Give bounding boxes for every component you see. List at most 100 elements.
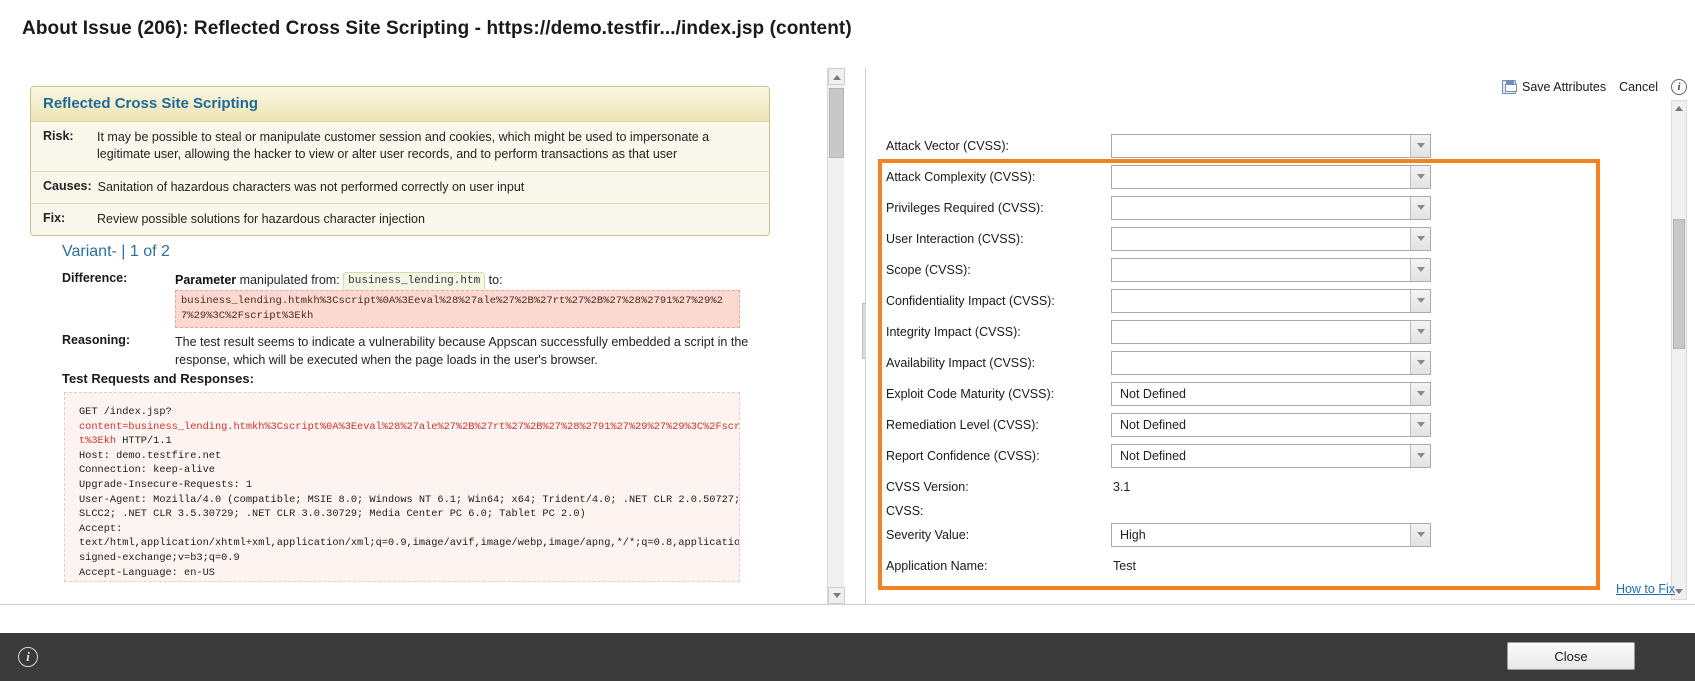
- select-attack-vector[interactable]: [1111, 133, 1431, 158]
- field-row-report-confidence: Report Confidence (CVSS): Not Defined: [886, 440, 1586, 471]
- advisory-value-causes: Sanitation of hazardous characters was n…: [97, 179, 525, 194]
- field-row-scope: Scope (CVSS):: [886, 254, 1586, 285]
- about-issue-dialog: About Issue (206): Reflected Cross Site …: [0, 0, 1695, 681]
- label-confidentiality-impact: Confidentiality Impact (CVSS):: [886, 293, 1055, 308]
- label-severity-value: Severity Value:: [886, 527, 970, 542]
- http-line-1: GET /index.jsp?: [79, 406, 172, 418]
- reasoning-label: Reasoning:: [62, 333, 131, 347]
- select-report-confidence[interactable]: Not Defined: [1111, 443, 1431, 468]
- difference-to-label: to:: [485, 273, 503, 287]
- difference-row: Difference: Parameter manipulated from: …: [62, 271, 762, 292]
- select-severity-value[interactable]: High: [1111, 522, 1431, 547]
- http-request-block[interactable]: GET /index.jsp? content=business_lending…: [64, 392, 740, 582]
- difference-manipulated-text: manipulated from:: [236, 273, 344, 287]
- page-title: About Issue (206): Reflected Cross Site …: [22, 18, 852, 39]
- dialog-footer: i Close: [0, 633, 1695, 681]
- difference-to-value: business_lending.htmkh%3Cscript%0A%3Eeva…: [175, 290, 740, 328]
- attributes-scrollbar[interactable]: [1671, 100, 1687, 600]
- chevron-down-icon[interactable]: [1410, 227, 1430, 250]
- chevron-down-icon[interactable]: [1410, 523, 1430, 546]
- select-privileges-required[interactable]: [1111, 195, 1431, 220]
- advisory-label-causes: Causes:: [43, 178, 92, 193]
- label-user-interaction: User Interaction (CVSS):: [886, 231, 1024, 246]
- scroll-up-arrow-icon[interactable]: [1672, 101, 1686, 116]
- http-line-3: t%3Ekh: [79, 435, 117, 448]
- cancel-label: Cancel: [1619, 80, 1658, 94]
- chevron-down-icon[interactable]: [1410, 134, 1430, 157]
- chevron-down-icon[interactable]: [1410, 351, 1430, 374]
- reasoning-row: Reasoning: The test result seems to indi…: [62, 333, 752, 369]
- label-attack-complexity: Attack Complexity (CVSS):: [886, 169, 1036, 184]
- http-headers: Host: demo.testfire.net Connection: keep…: [79, 449, 740, 579]
- value-exploit-code-maturity: Not Defined: [1120, 386, 1187, 401]
- advisory-label-fix: Fix:: [43, 210, 66, 225]
- advisory-value-risk: It may be possible to steal or manipulat…: [97, 130, 710, 162]
- advisory-row-fix: Fix: Review possible solutions for hazar…: [31, 203, 769, 235]
- field-row-application-name: Application Name: Test: [886, 550, 1586, 581]
- chevron-down-icon[interactable]: [1410, 258, 1430, 281]
- select-confidentiality-impact[interactable]: [1111, 288, 1431, 313]
- field-row-availability-impact: Availability Impact (CVSS):: [886, 347, 1586, 378]
- http-line-2: content=business_lending.htmkh%3Cscript%…: [79, 420, 740, 433]
- label-cvss-version: CVSS Version:: [886, 479, 969, 494]
- cancel-button[interactable]: Cancel: [1619, 80, 1658, 94]
- difference-from-value: business_lending.htm: [343, 272, 486, 292]
- footer-info-icon[interactable]: i: [18, 647, 38, 667]
- scroll-up-arrow-icon[interactable]: [828, 68, 845, 85]
- issue-detail-pane: Reflected Cross Site Scripting Risk: It …: [0, 68, 866, 604]
- label-availability-impact: Availability Impact (CVSS):: [886, 355, 1036, 370]
- select-remediation-level[interactable]: Not Defined: [1111, 412, 1431, 437]
- scroll-down-arrow-icon[interactable]: [828, 587, 845, 604]
- label-application-name: Application Name:: [886, 558, 988, 573]
- label-scope: Scope (CVSS):: [886, 262, 971, 277]
- select-exploit-code-maturity[interactable]: Not Defined: [1111, 381, 1431, 406]
- chevron-down-icon[interactable]: [1410, 413, 1430, 436]
- value-severity-value: High: [1120, 527, 1146, 542]
- advisory-value-fix: Review possible solutions for hazardous …: [97, 211, 425, 226]
- difference-parameter-word: Parameter: [175, 273, 237, 287]
- select-user-interaction[interactable]: [1111, 226, 1431, 251]
- advisory-row-causes: Causes: Sanitation of hazardous characte…: [31, 171, 769, 204]
- close-button[interactable]: Close: [1507, 642, 1635, 670]
- field-row-privileges-required: Privileges Required (CVSS):: [886, 192, 1586, 223]
- attributes-scrollbar-thumb[interactable]: [1673, 219, 1685, 349]
- advisory-heading: Reflected Cross Site Scripting: [31, 87, 769, 122]
- advisory-card: Reflected Cross Site Scripting Risk: It …: [30, 86, 770, 236]
- save-attributes-button[interactable]: Save Attributes: [1502, 80, 1606, 94]
- advisory-row-risk: Risk: It may be possible to steal or man…: [31, 122, 769, 172]
- save-icon: [1502, 80, 1517, 94]
- difference-description: Parameter manipulated from: business_len…: [175, 271, 503, 292]
- field-row-remediation-level: Remediation Level (CVSS): Not Defined: [886, 409, 1586, 440]
- field-row-attack-complexity: Attack Complexity (CVSS):: [886, 161, 1586, 192]
- issue-detail-scroll-area: Reflected Cross Site Scripting Risk: It …: [0, 68, 845, 604]
- attributes-pane: Save Attributes Cancel i Attack Vector (…: [866, 68, 1695, 604]
- chevron-down-icon[interactable]: [1410, 382, 1430, 405]
- left-scrollbar-thumb[interactable]: [829, 88, 844, 158]
- http-request-text: GET /index.jsp? content=business_lending…: [79, 405, 740, 581]
- cvss-attributes-form: Attack Vector (CVSS): Attack Complexity …: [878, 100, 1638, 600]
- value-cvss-version: 3.1: [1113, 479, 1131, 494]
- chevron-down-icon[interactable]: [1410, 165, 1430, 188]
- reasoning-text: The test result seems to indicate a vuln…: [175, 335, 749, 368]
- value-remediation-level: Not Defined: [1120, 417, 1187, 432]
- select-integrity-impact[interactable]: [1111, 319, 1431, 344]
- select-availability-impact[interactable]: [1111, 350, 1431, 375]
- field-row-attack-vector: Attack Vector (CVSS):: [886, 130, 1586, 161]
- label-remediation-level: Remediation Level (CVSS):: [886, 417, 1039, 432]
- chevron-down-icon[interactable]: [1410, 320, 1430, 343]
- bottom-divider: [0, 604, 1695, 605]
- chevron-down-icon[interactable]: [1410, 289, 1430, 312]
- value-application-name: Test: [1113, 558, 1136, 573]
- select-attack-complexity[interactable]: [1111, 164, 1431, 189]
- label-cvss: CVSS:: [886, 503, 924, 518]
- select-scope[interactable]: [1111, 257, 1431, 282]
- chevron-down-icon[interactable]: [1410, 196, 1430, 219]
- label-integrity-impact: Integrity Impact (CVSS):: [886, 324, 1021, 339]
- save-attributes-label: Save Attributes: [1522, 80, 1607, 94]
- info-icon[interactable]: i: [1671, 79, 1687, 95]
- chevron-down-icon[interactable]: [1410, 444, 1430, 467]
- difference-label: Difference:: [62, 271, 128, 285]
- left-pane-scrollbar[interactable]: [827, 68, 845, 604]
- label-exploit-code-maturity: Exploit Code Maturity (CVSS):: [886, 386, 1055, 401]
- how-to-fix-link[interactable]: How to Fix: [1616, 582, 1675, 596]
